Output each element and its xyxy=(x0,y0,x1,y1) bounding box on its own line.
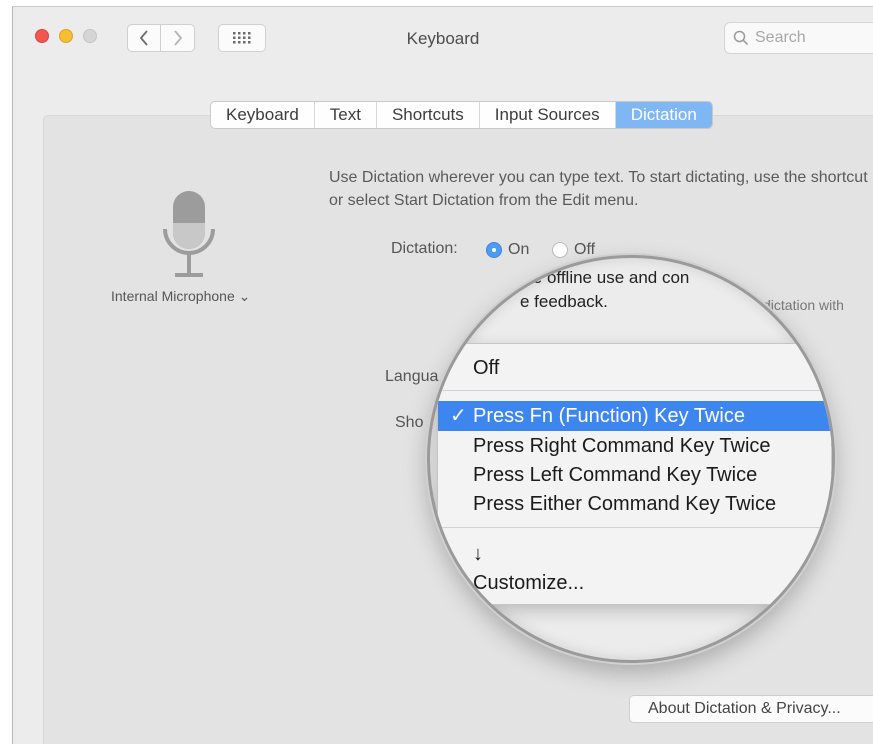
checkmark-icon: ✓ xyxy=(450,405,467,427)
menu-separator xyxy=(438,527,831,528)
enhanced-dictation-label: Use offline use and con xyxy=(512,268,690,287)
menu-item-right-command[interactable]: Press Right Command Key Twice xyxy=(438,431,831,461)
tab-text[interactable]: Text xyxy=(315,102,377,128)
search-placeholder: Search xyxy=(755,29,806,46)
menu-item-off[interactable]: Off xyxy=(438,353,831,383)
menu-item-fn-twice[interactable]: ✓ Press Fn (Function) Key Twice xyxy=(438,401,831,431)
menu-item-left-command[interactable]: Press Left Command Key Twice xyxy=(438,460,831,490)
tab-dictation[interactable]: Dictation xyxy=(615,102,712,128)
enhanced-dictation-checkbox[interactable] xyxy=(489,270,507,288)
title-bar: Keyboard Search xyxy=(13,7,873,71)
about-dictation-button[interactable]: About Dictation & Privacy... xyxy=(629,695,873,723)
magnified-content: Use offline use and con e feedback. Off … xyxy=(430,258,832,660)
search-field[interactable]: Search xyxy=(724,22,873,54)
menu-separator xyxy=(438,390,831,391)
tab-input-sources[interactable]: Input Sources xyxy=(480,102,616,128)
microphone-icon xyxy=(163,191,215,277)
tab-bar: Keyboard Text Shortcuts Input Sources Di… xyxy=(210,101,713,129)
menu-item-down-arrow: ↓ xyxy=(473,543,483,565)
shortcut-menu: Off ✓ Press Fn (Function) Key Twice Pres… xyxy=(437,343,832,605)
dictation-off-label: Off xyxy=(574,241,596,258)
tab-keyboard[interactable]: Keyboard xyxy=(211,102,315,128)
dictation-on-radio[interactable] xyxy=(486,242,502,258)
dictation-description: Use Dictation wherever you can type text… xyxy=(329,169,868,209)
dictation-label: Dictation: xyxy=(391,240,458,257)
search-icon xyxy=(733,30,749,46)
tab-shortcuts[interactable]: Shortcuts xyxy=(377,102,480,128)
magnifier-lens: Use offline use and con e feedback. Off … xyxy=(427,255,835,663)
dictation-off-radio[interactable] xyxy=(552,242,568,258)
enhanced-dictation-label-2: e feedback. xyxy=(520,292,608,311)
menu-item-label: Press Fn (Function) Key Twice xyxy=(473,405,745,427)
shortcut-label: Sho xyxy=(395,414,424,431)
microphone-source-popup[interactable]: Internal Microphone ⌄ xyxy=(111,288,250,305)
dictation-on-label: On xyxy=(508,241,530,258)
menu-item-either-command[interactable]: Press Either Command Key Twice xyxy=(438,489,831,519)
menu-item-customize[interactable]: Customize... xyxy=(438,568,831,598)
